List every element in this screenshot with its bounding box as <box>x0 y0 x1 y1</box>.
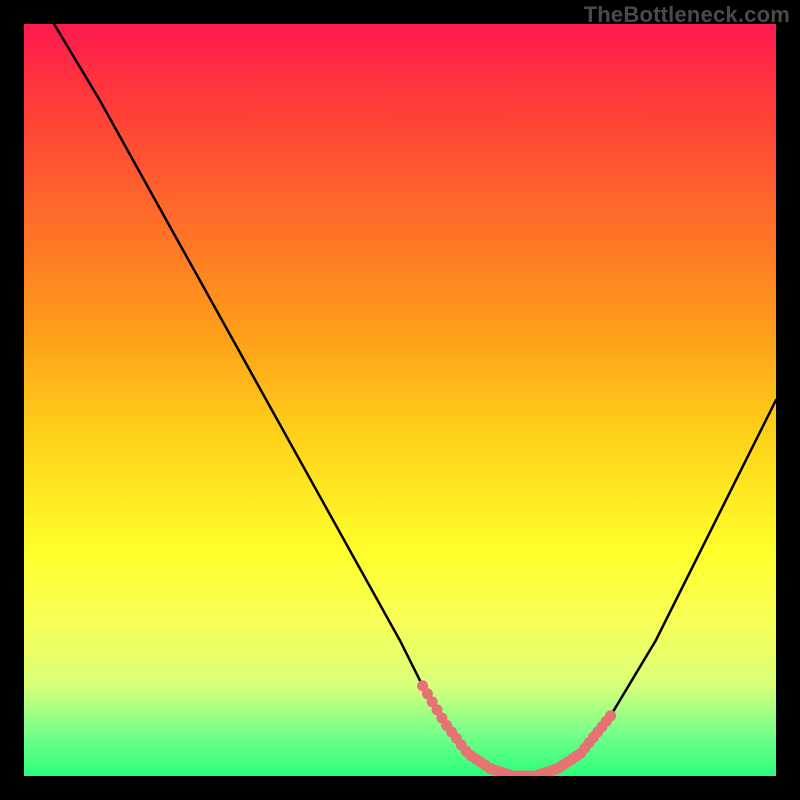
chart-frame: TheBottleneck.com <box>0 0 800 800</box>
highlight-dot <box>545 766 556 777</box>
curve-svg <box>24 24 776 776</box>
bottleneck-curve <box>54 24 776 776</box>
watermark-text: TheBottleneck.com <box>584 2 790 28</box>
highlight-segments <box>417 680 616 776</box>
plot-area <box>24 24 776 776</box>
highlight-dot <box>605 710 616 721</box>
